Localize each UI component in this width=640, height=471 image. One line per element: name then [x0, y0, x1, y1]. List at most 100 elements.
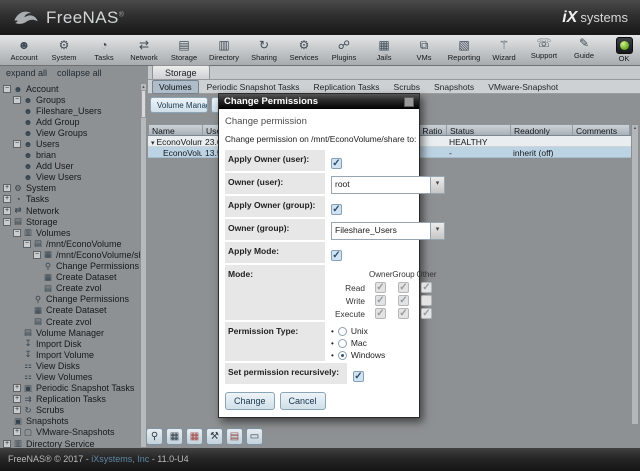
subtab-replication-tasks[interactable]: Replication Tasks	[308, 81, 386, 93]
sidebar-item-add-group[interactable]: ☻Add Group	[0, 116, 140, 127]
sidebar-item-import-disk[interactable]: ↧Import Disk	[0, 338, 140, 349]
subtab-vmware-snapshot[interactable]: VMware-Snapshot	[482, 81, 564, 93]
apply-owner-group-checkbox[interactable]: ✓	[331, 204, 342, 215]
sidebar-item-create-dataset[interactable]: ▦Create Dataset	[0, 305, 140, 316]
toolbar-item-tasks[interactable]: ◔Tasks	[84, 39, 124, 62]
scroll-up-icon[interactable]: ▲	[141, 84, 146, 89]
sidebar-item-view-users[interactable]: ☻View Users	[0, 172, 140, 183]
windows-radio[interactable]	[338, 351, 347, 360]
collapse-node-icon[interactable]: −	[13, 140, 21, 148]
sidebar-item-create-dataset[interactable]: ▦Create Dataset	[0, 272, 140, 283]
mode-write-group-checkbox[interactable]: ✓	[398, 295, 409, 306]
sidebar-item-snapshots[interactable]: ▣Snapshots	[0, 416, 140, 427]
sidebar-item-replication-tasks[interactable]: +⇉Replication Tasks	[0, 394, 140, 405]
sidebar-item-directory-service[interactable]: +▥Directory Service	[0, 438, 140, 448]
tab-storage[interactable]: Storage	[152, 65, 210, 79]
sidebar-item-view-disks[interactable]: ⚏View Disks	[0, 360, 140, 371]
column-header-comments[interactable]: Comments	[573, 125, 630, 135]
toolbar-item-ok[interactable]: OK	[604, 37, 640, 63]
expand-node-icon[interactable]: +	[13, 406, 21, 414]
expand-node-icon[interactable]: +	[13, 395, 21, 403]
subtab-volumes[interactable]: Volumes	[152, 80, 199, 94]
expand-node-icon[interactable]: +	[13, 428, 21, 436]
set-permission-recursively-checkbox[interactable]: ✓	[353, 371, 364, 382]
sidebar-item-tasks[interactable]: +◔Tasks	[0, 194, 140, 205]
sidebar-item-add-user[interactable]: ☻Add User	[0, 161, 140, 172]
ixsystems-link[interactable]: iXsystems, Inc	[91, 454, 149, 464]
mode-read-group-checkbox[interactable]: ✓	[398, 282, 409, 293]
subtab-periodic-snapshot-tasks[interactable]: Periodic Snapshot Tasks	[201, 81, 306, 93]
owner-user-select[interactable]: root▾	[331, 176, 445, 194]
expand-all-link[interactable]: expand all	[6, 68, 47, 78]
column-header-status[interactable]: Status	[447, 125, 511, 135]
toolbar-item-plugins[interactable]: ☍Plugins	[324, 39, 364, 62]
subtab-snapshots[interactable]: Snapshots	[428, 81, 480, 93]
mode-execute-owner-checkbox[interactable]: ✓	[375, 308, 386, 319]
create-dataset-button[interactable]: ▦	[166, 428, 183, 445]
cancel-button[interactable]: Cancel	[280, 392, 326, 410]
sidebar-item-create-zvol[interactable]: ▤Create zvol	[0, 283, 140, 294]
expand-node-icon[interactable]: +	[3, 440, 11, 448]
destroy-dataset-button[interactable]: ▦	[186, 428, 203, 445]
sidebar-item-brian[interactable]: ☻brian	[0, 150, 140, 161]
collapse-node-icon[interactable]: −	[3, 85, 11, 93]
dialog-titlebar[interactable]: Change Permissions	[219, 94, 419, 109]
mode-execute-other-checkbox[interactable]: ✓	[421, 308, 432, 319]
mode-read-other-checkbox[interactable]: ✓	[421, 282, 432, 293]
toolbar-item-reporting[interactable]: ▧Reporting	[444, 39, 484, 62]
scrollbar-thumb[interactable]	[141, 90, 146, 118]
toolbar-item-account[interactable]: ☻Account	[4, 39, 44, 62]
toolbar-item-directory[interactable]: ▥Directory	[204, 39, 244, 62]
collapse-node-icon[interactable]: −	[3, 218, 11, 226]
sidebar-item-users[interactable]: −☻Users	[0, 138, 140, 149]
sidebar-item-groups[interactable]: −☻Groups	[0, 94, 140, 105]
sidebar-item-volumes[interactable]: −▥Volumes	[0, 227, 140, 238]
change-button[interactable]: Change	[225, 392, 275, 410]
collapse-node-icon[interactable]: −	[13, 229, 21, 237]
owner-group-select[interactable]: Fileshare_Users▾	[331, 222, 445, 240]
apply-owner-user-checkbox[interactable]: ✓	[331, 158, 342, 169]
sidebar-scrollbar[interactable]: ▲	[140, 83, 147, 448]
expand-node-icon[interactable]: +	[3, 195, 11, 203]
volume-manager-button[interactable]: Volume Manager	[150, 97, 208, 113]
sidebar-item-fileshare-users[interactable]: ☻Fileshare_Users	[0, 105, 140, 116]
sidebar-item-vmware-snapshots[interactable]: +▢VMware-Snapshots	[0, 427, 140, 438]
column-header-readonly[interactable]: Readonly	[511, 125, 573, 135]
sidebar-item-change-permissions[interactable]: ⚲Change Permissions	[0, 294, 140, 305]
sidebar-item-storage[interactable]: −▤Storage	[0, 216, 140, 227]
sidebar-item-import-volume[interactable]: ↧Import Volume	[0, 349, 140, 360]
sidebar-item-periodic-snapshot-tasks[interactable]: +▣Periodic Snapshot Tasks	[0, 383, 140, 394]
collapse-node-icon[interactable]: −	[23, 240, 31, 248]
toolbar-item-sharing[interactable]: ↻Sharing	[244, 39, 284, 62]
toolbar-item-guide[interactable]: ✎Guide	[564, 37, 604, 63]
sidebar-item-view-groups[interactable]: ☻View Groups	[0, 127, 140, 138]
volume-status-button[interactable]: ▭	[246, 428, 263, 445]
toolbar-item-network[interactable]: ⇄Network	[124, 39, 164, 62]
dialog-close-button[interactable]	[404, 97, 414, 107]
mode-write-other-checkbox[interactable]: ✓	[421, 295, 432, 306]
create-zvol-button[interactable]: ▤	[226, 428, 243, 445]
sidebar-item-create-zvol[interactable]: ▤Create zvol	[0, 316, 140, 327]
sidebar-item-change-permissions[interactable]: ⚲Change Permissions	[0, 261, 140, 272]
toolbar-item-storage[interactable]: ▤Storage	[164, 39, 204, 62]
collapse-node-icon[interactable]: −	[33, 251, 41, 259]
toolbar-item-support[interactable]: ☏Support	[524, 37, 564, 63]
toolbar-item-vms[interactable]: ⧉VMs	[404, 39, 444, 62]
mac-radio[interactable]	[338, 339, 347, 348]
edit-options-button[interactable]: ⚒	[206, 428, 223, 445]
toolbar-item-jails[interactable]: ▦Jails	[364, 39, 404, 62]
apply-mode-checkbox[interactable]: ✓	[331, 250, 342, 261]
expand-node-icon[interactable]: +	[13, 384, 21, 392]
toolbar-item-wizard[interactable]: ⚚Wizard	[484, 39, 524, 62]
sidebar-item-account[interactable]: −☻Account	[0, 83, 140, 94]
sidebar-item-system[interactable]: +⚙System	[0, 183, 140, 194]
collapse-all-link[interactable]: collapse all	[57, 68, 102, 78]
sidebar-item-mnt-econovolume-share[interactable]: −▦/mnt/EconoVolume/share	[0, 249, 140, 260]
sidebar-item-scrubs[interactable]: +↻Scrubs	[0, 405, 140, 416]
mode-execute-group-checkbox[interactable]: ✓	[398, 308, 409, 319]
sidebar-item-mnt-econovolume[interactable]: −▤/mnt/EconoVolume	[0, 238, 140, 249]
sidebar-item-view-volumes[interactable]: ⚏View Volumes	[0, 371, 140, 382]
expand-node-icon[interactable]: +	[3, 184, 11, 192]
change-permissions-button[interactable]: ⚲	[146, 428, 163, 445]
subtab-scrubs[interactable]: Scrubs	[388, 81, 426, 93]
